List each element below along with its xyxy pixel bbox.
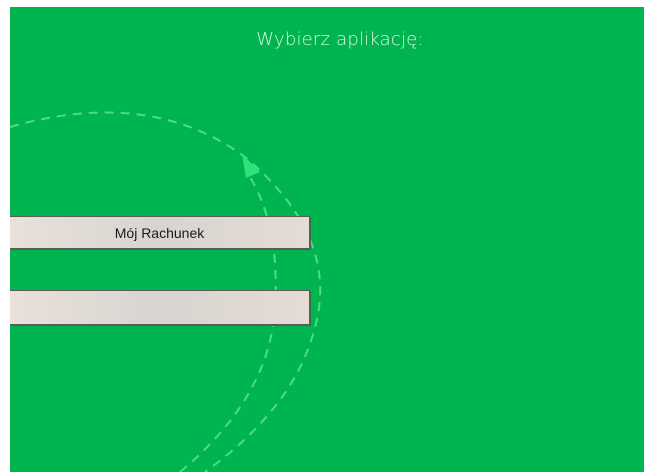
app-button-label: Mój Rachunek <box>114 224 205 241</box>
app-button-moj-rachunek[interactable]: Mój Rachunek <box>10 216 310 249</box>
arrow-head-icon <box>242 154 260 178</box>
app-selection-screen: Wybierz aplikację: Mój Rachunek <box>10 7 644 472</box>
page-title: Wybierz aplikację: <box>256 29 424 50</box>
app-button-second[interactable] <box>10 290 310 325</box>
